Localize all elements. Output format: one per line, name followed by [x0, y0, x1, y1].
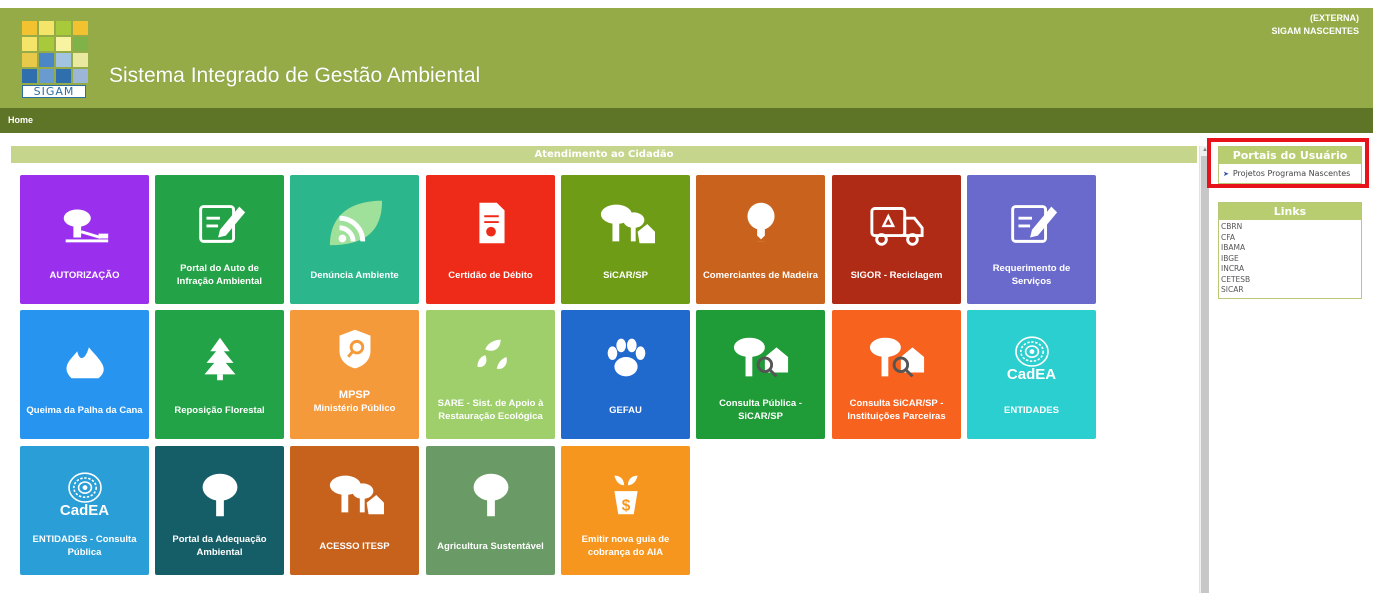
shield-search-icon: [290, 322, 419, 382]
tile-consulta-sicar-sp-institui-es-parceiras[interactable]: Consulta SiCAR/SP - Instituições Parceir…: [832, 310, 961, 439]
cadea-badge: CadEA: [1006, 366, 1057, 383]
tile-reposi-o-florestal[interactable]: Reposição Florestal: [155, 310, 284, 439]
tile-certid-o-de-d-bito[interactable]: Certidão de Débito: [426, 175, 555, 304]
certificate-icon: [426, 193, 555, 253]
user-info: (EXTERNA) SIGAM NASCENTES: [1271, 12, 1359, 38]
vertical-scrollbar[interactable]: ▲: [1199, 146, 1209, 593]
tile-entidades[interactable]: CadEA ENTIDADES: [967, 310, 1096, 439]
link-sicar[interactable]: SICAR: [1221, 285, 1359, 296]
tree-icon: [426, 464, 555, 524]
tree-stump-icon: [20, 193, 149, 253]
tree-icon: [155, 464, 284, 524]
tile-label: Certidão de Débito: [448, 269, 533, 281]
tile-label: Emitir nova guia de cobrança do AIA: [581, 534, 670, 558]
fire-icon: [20, 328, 149, 388]
tile-emitir-nova-guia-de-cobran-a-do-aia[interactable]: $ Emitir nova guia de cobrança do AIA: [561, 446, 690, 575]
pine-tree-icon: [155, 328, 284, 388]
leaf-signal-icon: [290, 193, 419, 253]
tile-label: ENTIDADES: [1004, 404, 1059, 416]
user-name: SIGAM NASCENTES: [1271, 26, 1359, 36]
leaves-icon: [426, 328, 555, 388]
links-panel: Links CBRN CFA IBAMA IBGE INCRA CETESB S…: [1218, 202, 1362, 299]
cadea-badge: CadEA: [59, 502, 110, 519]
tile-entidades-consulta-p-blica[interactable]: CadEA ENTIDADES - Consulta Pública: [20, 446, 149, 575]
tile-label: ACESSO ITESP: [319, 540, 390, 552]
section-title: Atendimento ao Cidadão: [11, 146, 1197, 163]
tile-mpsp-minist-rio-p-blico[interactable]: MPSP Ministério Público: [290, 310, 419, 439]
links-title: Links: [1219, 203, 1361, 220]
tile-sare-sist-de-apoio-restaura-o-ecol-gica[interactable]: SARE - Sist. de Apoio à Restauração Ecol…: [426, 310, 555, 439]
edit-document-icon: [967, 193, 1096, 253]
recycling-truck-icon: [832, 193, 961, 253]
link-incra[interactable]: INCRA: [1221, 264, 1359, 275]
trees-search-icon: [832, 328, 961, 388]
cut-tree-icon: [696, 193, 825, 253]
tile-portal-do-auto-de-infra-o-ambiental[interactable]: Portal do Auto de Infração Ambiental: [155, 175, 284, 304]
app-title: Sistema Integrado de Gestão Ambiental: [109, 64, 481, 87]
tile-label: Comerciantes de Madeira: [702, 269, 819, 281]
tile-label: GEFAU: [609, 404, 642, 416]
tile-label: Reposição Florestal: [174, 404, 265, 416]
tile-agricultura-sustent-vel[interactable]: Agricultura Sustentável: [426, 446, 555, 575]
tile-gefau[interactable]: GEFAU: [561, 310, 690, 439]
tile-label: AUTORIZAÇÃO: [49, 269, 120, 281]
logo-tiles-icon: [22, 21, 88, 83]
link-ibge[interactable]: IBGE: [1221, 254, 1359, 265]
tile-label: Requerimento de Serviços: [992, 263, 1071, 287]
tile-label: MPSP Ministério Público: [313, 389, 396, 414]
cadea-logo-icon: CadEA: [967, 328, 1096, 388]
money-plant-icon: $: [561, 464, 690, 524]
tile-label: Agricultura Sustentável: [437, 540, 544, 552]
tile-label: SARE - Sist. de Apoio à Restauração Ecol…: [437, 398, 544, 422]
nav-home-link[interactable]: Home: [8, 115, 33, 125]
tile-label: ENTIDADES - Consulta Pública: [32, 534, 137, 558]
link-cbrn[interactable]: CBRN: [1221, 222, 1359, 233]
tile-label: Portal do Auto de Infração Ambiental: [176, 263, 263, 287]
tile-acesso-itesp[interactable]: ACESSO ITESP: [290, 446, 419, 575]
tile-queima-da-palha-da-cana[interactable]: Queima da Palha da Cana: [20, 310, 149, 439]
trees-search-icon: [696, 328, 825, 388]
tile-label: SiCAR/SP: [603, 269, 648, 281]
link-cetesb[interactable]: CETESB: [1221, 275, 1359, 286]
tile-consulta-p-blica-sicar-sp[interactable]: Consulta Pública - SiCAR/SP: [696, 310, 825, 439]
link-cfa[interactable]: CFA: [1221, 233, 1359, 244]
nav-bar: Home: [0, 108, 1373, 133]
tile-portal-da-adequa-o-ambiental[interactable]: Portal da Adequação Ambiental: [155, 446, 284, 575]
tile-den-ncia-ambiente[interactable]: Denúncia Ambiente: [290, 175, 419, 304]
highlight-box: [1207, 138, 1369, 188]
tile-label: Consulta Pública - SiCAR/SP: [719, 398, 802, 422]
paw-icon: [561, 328, 690, 388]
cadea-logo-icon: CadEA: [20, 464, 149, 524]
tile-requerimento-de-servi-os[interactable]: Requerimento de Serviços: [967, 175, 1096, 304]
trees-house-icon: [561, 193, 690, 253]
user-role: (EXTERNA): [1310, 13, 1359, 23]
tile-label: Consulta SiCAR/SP - Instituições Parceir…: [847, 398, 946, 422]
svg-text:$: $: [621, 497, 630, 514]
app-window: SIGAM Sistema Integrado de Gestão Ambien…: [0, 0, 1373, 593]
tile-sigor-reciclagem[interactable]: SIGOR - Reciclagem: [832, 175, 961, 304]
tile-label: Queima da Palha da Cana: [26, 404, 143, 416]
logo-text: SIGAM: [22, 85, 86, 98]
sigam-logo[interactable]: SIGAM: [22, 21, 88, 99]
tile-label: Portal da Adequação Ambiental: [172, 534, 267, 558]
scroll-thumb[interactable]: [1201, 156, 1209, 593]
edit-document-icon: [155, 193, 284, 253]
tile-comerciantes-de-madeira[interactable]: Comerciantes de Madeira: [696, 175, 825, 304]
link-ibama[interactable]: IBAMA: [1221, 243, 1359, 254]
tile-sicar-sp[interactable]: SiCAR/SP: [561, 175, 690, 304]
tile-label: Denúncia Ambiente: [310, 269, 399, 281]
tile-autoriza-o[interactable]: AUTORIZAÇÃO: [20, 175, 149, 304]
tile-label: SIGOR - Reciclagem: [850, 269, 943, 281]
trees-house-icon: [290, 464, 419, 524]
header-banner: SIGAM Sistema Integrado de Gestão Ambien…: [0, 8, 1373, 108]
